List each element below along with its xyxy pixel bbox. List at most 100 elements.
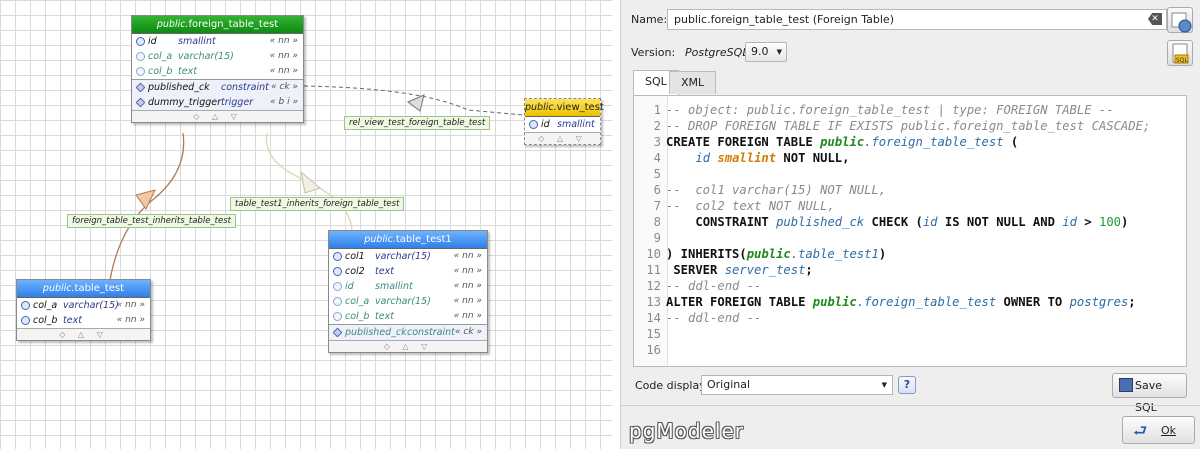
- column-name: col1: [345, 251, 365, 262]
- table-foreign-table-test[interactable]: public.foreign_table_test id smallint « nn…: [131, 15, 304, 123]
- column-icon: [333, 267, 342, 276]
- save-sql-button[interactable]: Save SQL: [1112, 373, 1187, 414]
- help-icon[interactable]: ?: [898, 376, 916, 394]
- column-name: col_b: [148, 66, 173, 77]
- code-object: published_ck: [776, 215, 865, 229]
- constraint-row[interactable]: published_ck constraint « ck »: [329, 325, 487, 340]
- column-row[interactable]: col2 text « nn »: [329, 264, 487, 279]
- code-line: -- object: public.foreign_table_test | t…: [666, 103, 1114, 117]
- column-name: col_a: [33, 300, 58, 311]
- table-table-test1[interactable]: public.table_test1 col1 varchar(15) « nn »…: [328, 230, 488, 353]
- table-footer-toggles[interactable]: ◇ △ ▽: [329, 340, 487, 352]
- version-select[interactable]: 9.0 ▼: [745, 42, 787, 62]
- column-name: id: [345, 281, 354, 292]
- line-number: 14: [646, 311, 661, 325]
- table-header: public.foreign_table_test: [132, 16, 303, 34]
- rel-inherit-1-arrow: [300, 170, 322, 194]
- chevron-down-icon: ▼: [776, 48, 782, 56]
- code-punct: ): [1121, 215, 1129, 229]
- constraint-row[interactable]: published_ck constraint « ck »: [132, 80, 303, 95]
- divider: [621, 405, 1200, 406]
- column-row[interactable]: col_b text « nn »: [132, 64, 303, 79]
- schema-name: public.: [525, 102, 557, 113]
- line-number: 1: [653, 103, 661, 117]
- column-row[interactable]: id smallint: [525, 117, 600, 132]
- trigger-row[interactable]: dummy_trigger trigger « b i »: [132, 95, 303, 110]
- trigger-tag: « b i »: [270, 97, 298, 107]
- column-row[interactable]: id smallint « nn »: [132, 34, 303, 49]
- column-row[interactable]: col_b text « nn »: [329, 309, 487, 324]
- code-punct: ): [878, 247, 887, 261]
- code-line: -- DROP FOREIGN TABLE IF EXISTS public.f…: [666, 119, 1151, 133]
- column-icon: [21, 316, 30, 325]
- line-number: 2: [653, 119, 661, 133]
- column-type: text: [63, 315, 82, 326]
- ok-button[interactable]: ⮐ Ok: [1122, 416, 1195, 444]
- column-row[interactable]: col_a varchar(15) « nn »: [329, 294, 487, 309]
- column-constraint: « nn »: [453, 266, 482, 276]
- line-number-gutter: 1 2 3 4 5 6 7 8 9 10 11 12 13 14 15 16: [634, 96, 668, 366]
- line-number: 8: [653, 215, 661, 229]
- column-name: col_b: [345, 311, 370, 322]
- view-view-test[interactable]: public.view_test id smallint ◇ △ ▽: [524, 98, 604, 145]
- column-type: varchar(15): [178, 51, 234, 62]
- column-type: smallint: [557, 119, 595, 130]
- relationship-label[interactable]: foreign_table_test_inherits_table_test: [67, 214, 236, 228]
- code-schema: public: [746, 247, 791, 261]
- model-canvas[interactable]: public.foreign_table_test id smallint « nn…: [0, 0, 612, 449]
- clear-icon[interactable]: ✕: [1148, 13, 1162, 25]
- table-name: table_test: [74, 283, 125, 294]
- code-line: CREATE FOREIGN TABLE public.foreign_tabl…: [666, 134, 1018, 150]
- code-line: -- ddl-end --: [666, 311, 762, 325]
- code-type: smallint: [717, 151, 777, 165]
- column-icon: [136, 52, 145, 61]
- line-number: 6: [653, 183, 661, 197]
- name-field[interactable]: public.foreign_table_test (Foreign Table…: [667, 9, 1167, 30]
- code-keyword: OWNER TO: [996, 295, 1070, 309]
- constraint-tag: « ck »: [271, 82, 298, 92]
- object-icon: [1167, 7, 1193, 33]
- code-column: id: [695, 151, 711, 165]
- code-punct: ;: [1128, 295, 1136, 309]
- table-footer-toggles[interactable]: ◇ △ ▽: [132, 110, 303, 122]
- view-footer-toggles[interactable]: ◇ △ ▽: [525, 132, 600, 144]
- constraint-type: constraint: [407, 327, 455, 338]
- column-row[interactable]: col_b text « nn »: [17, 313, 150, 328]
- svg-text:SQL: SQL: [1176, 57, 1189, 64]
- code-keyword: CREATE FOREIGN TABLE: [666, 135, 821, 149]
- code-column: id: [922, 215, 938, 229]
- column-name: col2: [345, 266, 365, 277]
- relationship-label[interactable]: rel_view_test_foreign_table_test: [344, 116, 491, 130]
- table-table-test[interactable]: public.table_test col_a varchar(15) « nn »…: [16, 279, 151, 341]
- column-row[interactable]: col1 varchar(15) « nn »: [329, 249, 487, 264]
- code-line: ALTER FOREIGN TABLE public.foreign_table…: [666, 294, 1136, 310]
- line-number: 10: [646, 247, 661, 261]
- ok-label: Ok: [1161, 424, 1177, 437]
- code-line: -- ddl-end --: [666, 279, 762, 293]
- tab-xml[interactable]: XML: [669, 71, 717, 94]
- code-display-value: Original: [707, 378, 751, 391]
- schema-name: public.: [364, 234, 396, 245]
- code-display-label: Code display:: [635, 379, 709, 392]
- name-value: public.foreign_table_test (Foreign Table…: [674, 13, 894, 26]
- version-dbms: PostgreSQL: [685, 46, 749, 59]
- code-display-select[interactable]: Original ▼: [701, 375, 893, 395]
- table-footer-toggles[interactable]: ◇ △ ▽: [17, 328, 150, 340]
- version-label: Version:: [631, 46, 676, 59]
- column-list: col1 varchar(15) « nn » col2 text « nn » id s…: [329, 249, 487, 324]
- column-list: id smallint « nn » col_a varchar(15) « nn » …: [132, 34, 303, 79]
- column-name: col_a: [148, 51, 173, 62]
- table-header: public.table_test: [17, 280, 150, 298]
- column-row[interactable]: id smallint « nn »: [329, 279, 487, 294]
- column-row[interactable]: col_a varchar(15) « nn »: [132, 49, 303, 64]
- line-number: 9: [653, 231, 661, 245]
- column-constraint: « nn »: [453, 296, 482, 306]
- column-icon: [21, 301, 30, 310]
- constraint-tag: « ck »: [455, 327, 482, 337]
- column-row[interactable]: col_a varchar(15) « nn »: [17, 298, 150, 313]
- sql-code-editor[interactable]: 1 2 3 4 5 6 7 8 9 10 11 12 13 14 15 16 -…: [633, 95, 1187, 367]
- rel-view-arrow: [407, 94, 425, 112]
- code-schema: public: [820, 135, 865, 149]
- extras-list: published_ck constraint « ck »: [329, 324, 487, 340]
- relationship-label[interactable]: table_test1_inherits_foreign_table_test: [230, 197, 405, 211]
